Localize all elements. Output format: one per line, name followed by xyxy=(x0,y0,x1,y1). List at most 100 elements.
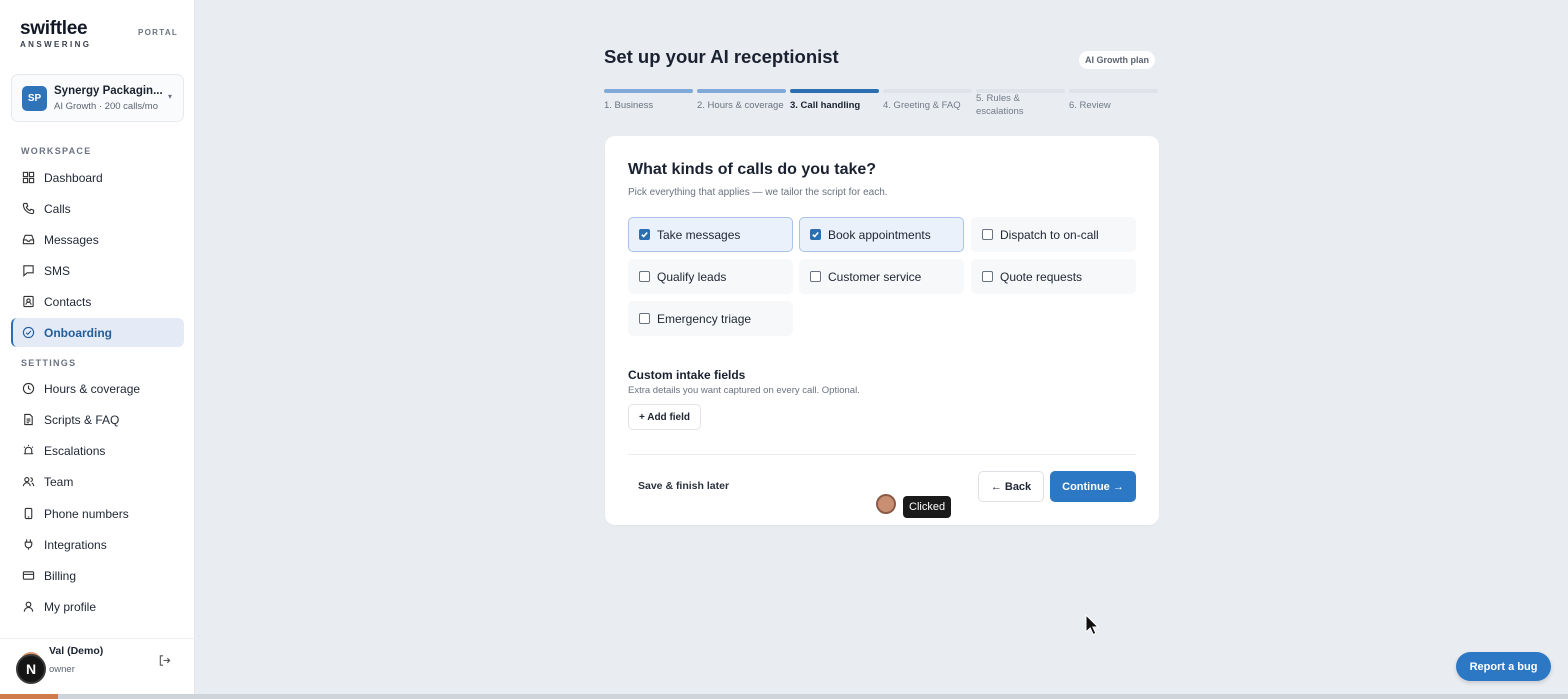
step-bar xyxy=(1069,89,1158,93)
checkbox[interactable] xyxy=(639,313,650,324)
option-take-messages[interactable]: Take messages xyxy=(628,217,793,252)
sidebar-item-label: Phone numbers xyxy=(44,506,129,521)
step-label: 3. Call handling xyxy=(790,100,861,111)
sidebar-item-sms[interactable]: SMS xyxy=(11,256,184,285)
call-types-card: What kinds of calls do you take? Pick ev… xyxy=(605,136,1159,525)
add-field-button[interactable]: + Add field xyxy=(628,404,701,430)
option-quote-requests[interactable]: Quote requests xyxy=(971,259,1136,294)
user-name: Val (Demo) xyxy=(49,645,104,657)
option-customer-service[interactable]: Customer service xyxy=(799,259,964,294)
click-indicator xyxy=(876,494,896,514)
sidebar-item-label: Billing xyxy=(44,568,77,583)
sidebar-item-label: SMS xyxy=(44,263,71,278)
sidebar-item-label: Scripts & FAQ xyxy=(44,412,120,427)
chat-icon xyxy=(23,265,34,277)
step-label-line2: escalations xyxy=(976,106,1024,117)
checkbox-checked[interactable] xyxy=(810,229,821,240)
account-plan: AI Growth · 200 calls/mo xyxy=(54,101,159,112)
page-title: Set up your AI receptionist xyxy=(604,46,839,67)
brand-logo[interactable]: swiftlee ANSWERING xyxy=(20,19,91,50)
sidebar-item-calls[interactable]: Calls xyxy=(11,194,184,223)
mobile-icon xyxy=(24,507,33,520)
check-icon xyxy=(641,231,648,238)
option-book-appointments[interactable]: Book appointments xyxy=(799,217,964,252)
option-qualify-leads[interactable]: Qualify leads xyxy=(628,259,793,294)
option-label: Dispatch to on-call xyxy=(1000,227,1099,242)
checkbox[interactable] xyxy=(639,271,650,282)
mouse-cursor-icon xyxy=(1085,614,1099,636)
grid-icon xyxy=(22,171,35,184)
step-greeting-faq[interactable]: 4. Greeting & FAQ xyxy=(883,89,972,112)
option-label: Take messages xyxy=(657,227,741,242)
users-icon xyxy=(22,477,35,487)
phone-icon xyxy=(22,202,35,215)
option-emergency-triage[interactable]: Emergency triage xyxy=(628,301,793,336)
account-switcher[interactable]: SP Synergy Packagin... AI Growth · 200 c… xyxy=(11,74,184,122)
question-subtitle: Pick everything that applies — we tailor… xyxy=(628,187,888,198)
credit-card-icon xyxy=(22,571,35,580)
sidebar-item-label: Calls xyxy=(44,201,71,216)
option-label: Book appointments xyxy=(828,227,931,242)
step-review[interactable]: 6. Review xyxy=(1069,89,1158,112)
clock-icon xyxy=(22,382,35,395)
divider xyxy=(628,454,1136,455)
step-label: 4. Greeting & FAQ xyxy=(883,100,961,111)
option-label: Qualify leads xyxy=(657,269,727,284)
sidebar-item-team[interactable]: Team xyxy=(11,467,184,496)
step-call-handling[interactable]: 3. Call handling xyxy=(790,89,879,112)
sidebar-item-messages[interactable]: Messages xyxy=(11,225,184,254)
check-circle-icon xyxy=(22,326,35,339)
checkbox[interactable] xyxy=(982,229,993,240)
checkbox[interactable] xyxy=(982,271,993,282)
option-dispatch-on-call[interactable]: Dispatch to on-call xyxy=(971,217,1136,252)
bottom-strip-accent xyxy=(0,694,58,699)
click-tooltip: Clicked xyxy=(903,496,952,518)
step-label: 6. Review xyxy=(1069,100,1111,111)
sidebar-item-contacts[interactable]: Contacts xyxy=(11,287,184,316)
step-bar xyxy=(604,89,693,93)
sidebar-item-onboarding[interactable]: Onboarding xyxy=(11,318,184,347)
brand-name: swiftlee xyxy=(20,18,88,39)
sidebar-item-label: Messages xyxy=(44,232,99,247)
sidebar-item-my-profile[interactable]: My profile xyxy=(11,592,184,621)
option-label: Quote requests xyxy=(1000,269,1083,284)
step-label-line1: 5. Rules & xyxy=(976,93,1020,104)
sidebar-item-scripts-faq[interactable]: Scripts & FAQ xyxy=(11,405,184,434)
sidebar-item-dashboard[interactable]: Dashboard xyxy=(11,163,184,192)
workspace-section-label: WORKSPACE xyxy=(21,146,92,156)
check-icon xyxy=(812,231,819,238)
sidebar-item-escalations[interactable]: Escalations xyxy=(11,436,184,465)
step-business[interactable]: 1. Business xyxy=(604,89,693,112)
checkbox-checked[interactable] xyxy=(639,229,650,240)
sidebar-item-integrations[interactable]: Integrations xyxy=(11,530,184,559)
option-label: Customer service xyxy=(828,269,922,284)
sidebar-item-label: Integrations xyxy=(44,537,107,552)
account-name: Synergy Packagin... xyxy=(54,85,163,97)
save-finish-later-button[interactable]: Save & finish later xyxy=(628,472,739,500)
sidebar: swiftlee ANSWERING PORTAL SP Synergy Pac… xyxy=(0,0,195,699)
step-label: 2. Hours & coverage xyxy=(697,100,784,111)
step-label: 1. Business xyxy=(604,100,654,111)
document-icon xyxy=(24,413,33,426)
step-rules-escalations[interactable]: 5. Rules & escalations xyxy=(976,89,1065,118)
sidebar-item-hours-coverage[interactable]: Hours & coverage xyxy=(11,374,184,403)
checkbox[interactable] xyxy=(810,271,821,282)
sidebar-item-label: Team xyxy=(44,474,74,489)
question-title: What kinds of calls do you take? xyxy=(628,161,877,178)
user-role: owner xyxy=(49,664,75,675)
step-bar xyxy=(697,89,786,93)
sidebar-item-billing[interactable]: Billing xyxy=(11,561,184,590)
back-button[interactable]: ← Back xyxy=(978,471,1044,502)
logout-icon[interactable] xyxy=(158,654,171,667)
sidebar-item-label: Contacts xyxy=(44,294,92,309)
portal-label: PORTAL xyxy=(138,28,179,37)
step-hours-coverage[interactable]: 2. Hours & coverage xyxy=(697,89,786,112)
sidebar-item-label: Onboarding xyxy=(44,325,112,340)
continue-button[interactable]: Continue → xyxy=(1050,471,1136,502)
sidebar-item-phone-numbers[interactable]: Phone numbers xyxy=(11,499,184,528)
dev-tools-badge[interactable]: N xyxy=(16,654,46,684)
brand-subtitle: ANSWERING xyxy=(20,40,92,49)
step-bar xyxy=(883,89,972,93)
report-bug-button[interactable]: Report a bug xyxy=(1456,652,1551,681)
account-avatar: SP xyxy=(22,86,47,111)
